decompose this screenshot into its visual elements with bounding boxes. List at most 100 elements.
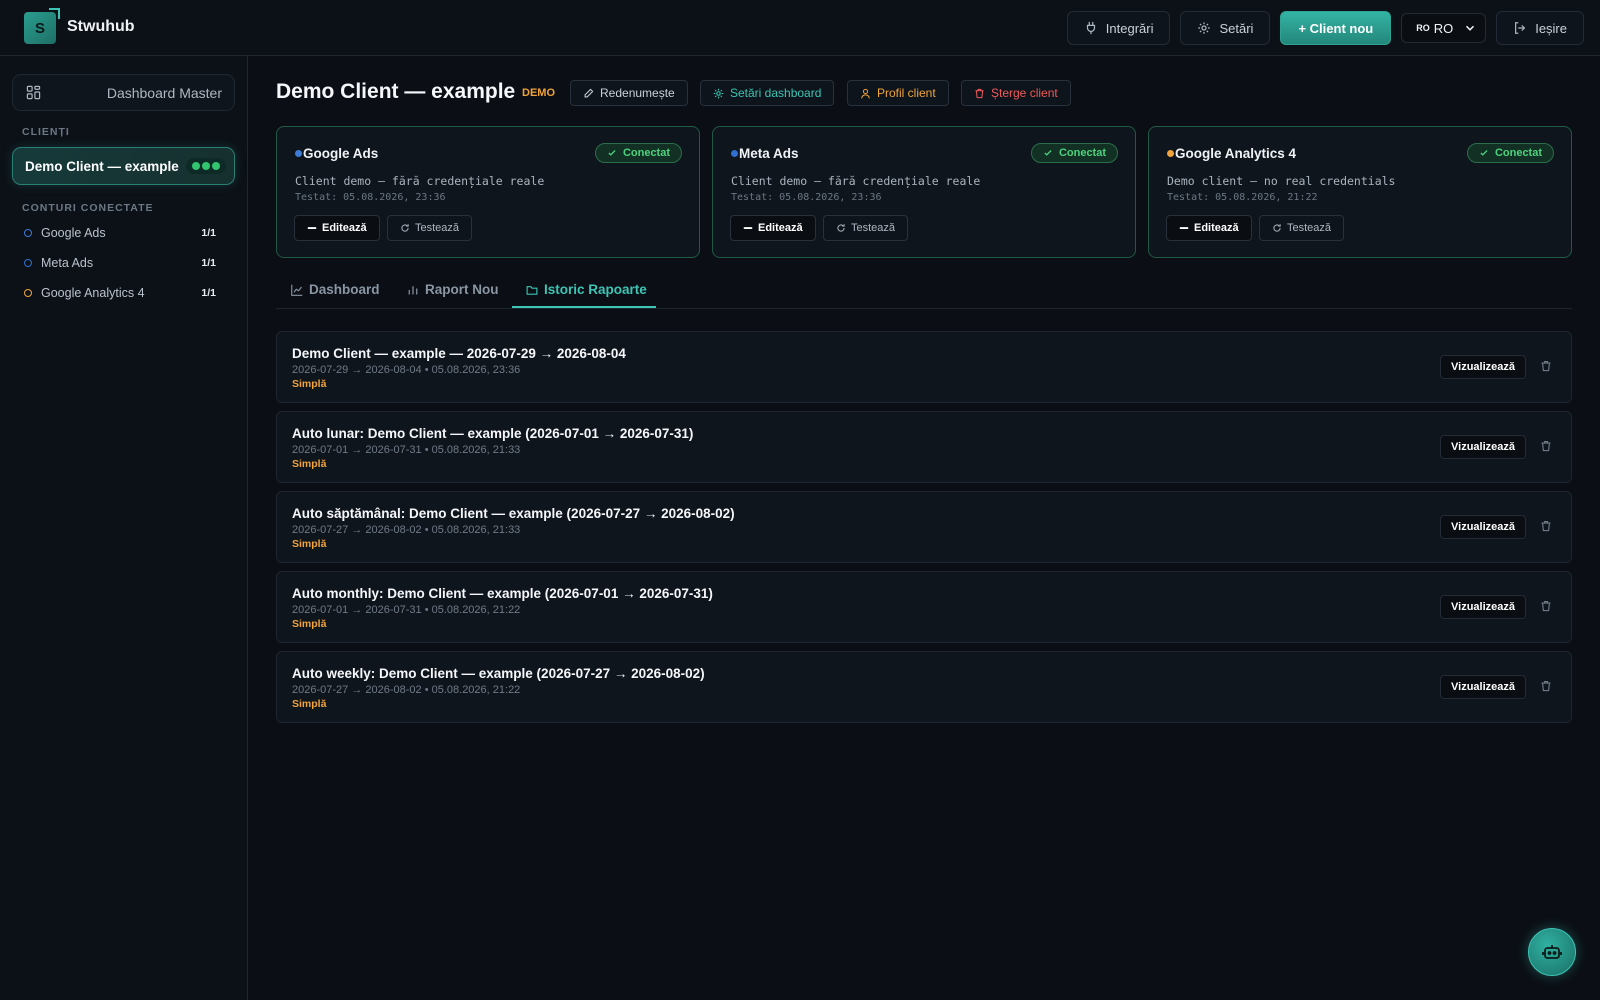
integration-card-google-ads: Google Ads Conectat Client demo – fără c… bbox=[276, 126, 700, 258]
demo-badge: DEMO bbox=[522, 87, 555, 99]
gear-icon bbox=[1198, 22, 1211, 34]
report-item[interactable]: Auto săptămânal: Demo Client — example (… bbox=[276, 491, 1572, 563]
account-count: 1/1 bbox=[201, 287, 216, 299]
client-profile-button[interactable]: Profil client bbox=[847, 80, 949, 106]
pencil-icon bbox=[307, 227, 317, 229]
trash-icon[interactable] bbox=[1540, 680, 1552, 692]
rename-label: Redenumește bbox=[600, 86, 675, 100]
refresh-icon bbox=[837, 224, 845, 232]
delete-client-button[interactable]: Șterge client bbox=[961, 80, 1071, 106]
account-google-ads[interactable]: Google Ads 1/1 bbox=[24, 226, 216, 240]
new-client-button[interactable]: + Client nou bbox=[1280, 11, 1392, 45]
chevron-down-icon bbox=[1466, 25, 1475, 31]
report-title: Demo Client — example — 2026-07-29 → 202… bbox=[292, 346, 626, 361]
client-profile-label: Profil client bbox=[877, 86, 936, 100]
tab-new-report[interactable]: Raport Nou bbox=[407, 282, 499, 297]
test-label: Testează bbox=[415, 222, 460, 234]
report-item[interactable]: Auto lunar: Demo Client — example (2026-… bbox=[276, 411, 1572, 483]
app-logo[interactable]: S bbox=[24, 8, 60, 44]
edit-label: Editează bbox=[322, 222, 367, 234]
rename-button[interactable]: Redenumește bbox=[570, 80, 688, 106]
logout-icon bbox=[1515, 22, 1526, 34]
card-title: Meta Ads bbox=[739, 146, 799, 161]
user-icon bbox=[861, 88, 870, 98]
account-count: 1/1 bbox=[201, 227, 216, 239]
account-meta-ads[interactable]: Meta Ads 1/1 bbox=[24, 256, 216, 270]
pencil-icon bbox=[743, 227, 753, 229]
view-report-button[interactable]: Vizualizează bbox=[1440, 675, 1526, 699]
dashboard-master-button[interactable]: Dashboard Master bbox=[12, 74, 235, 111]
tab-dashboard[interactable]: Dashboard bbox=[291, 282, 380, 297]
report-item[interactable]: Auto weekly: Demo Client — example (2026… bbox=[276, 651, 1572, 723]
dashboard-master-label: Dashboard Master bbox=[106, 84, 222, 101]
integrations-label: Integrări bbox=[1105, 20, 1154, 36]
report-item[interactable]: Auto monthly: Demo Client — example (202… bbox=[276, 571, 1572, 643]
test-label: Testează bbox=[1287, 222, 1332, 234]
tab-label: Istoric Rapoarte bbox=[544, 282, 647, 297]
card-title: Google Ads bbox=[303, 146, 379, 161]
integrations-button[interactable]: Integrări bbox=[1066, 11, 1171, 45]
connection-status-dots bbox=[186, 158, 226, 174]
account-count: 1/1 bbox=[201, 257, 216, 269]
trash-icon[interactable] bbox=[1540, 520, 1552, 532]
edit-button[interactable]: Editează bbox=[1166, 215, 1252, 241]
language-select[interactable]: RO RO bbox=[1401, 13, 1487, 43]
view-report-button[interactable]: Vizualizează bbox=[1440, 355, 1526, 379]
status-ring-icon bbox=[24, 259, 32, 267]
report-item[interactable]: Demo Client — example — 2026-07-29 → 202… bbox=[276, 331, 1572, 403]
client-name: Demo Client — example bbox=[25, 158, 179, 174]
status-ring-icon bbox=[24, 289, 32, 297]
test-button[interactable]: Testează bbox=[823, 215, 909, 241]
edit-button[interactable]: Editează bbox=[294, 215, 380, 241]
test-label: Testează bbox=[851, 222, 896, 234]
test-button[interactable]: Testează bbox=[1259, 215, 1345, 241]
language-value: RO bbox=[1433, 20, 1454, 36]
folder-icon bbox=[526, 285, 538, 295]
card-description: Client demo – fără credențiale reale bbox=[295, 174, 545, 188]
card-title: Google Analytics 4 bbox=[1175, 146, 1297, 161]
view-report-button[interactable]: Vizualizează bbox=[1440, 515, 1526, 539]
trash-icon[interactable] bbox=[1540, 360, 1552, 372]
pencil-icon bbox=[584, 88, 594, 97]
report-meta: 2026-07-27 → 2026-08-02 • 05.08.2026, 21… bbox=[292, 524, 521, 536]
trash-icon bbox=[975, 88, 984, 98]
edit-button[interactable]: Editează bbox=[730, 215, 816, 241]
report-type: Simplă bbox=[292, 378, 327, 390]
integration-card-meta-ads: Meta Ads Conectat Client demo – fără cre… bbox=[712, 126, 1136, 258]
top-actions: Integrări Setări + Client nou RO RO Ieși… bbox=[1066, 11, 1584, 45]
delete-client-label: Șterge client bbox=[991, 86, 1058, 100]
check-icon bbox=[1044, 150, 1052, 156]
line-chart-icon bbox=[291, 284, 303, 296]
assistant-bot-button[interactable] bbox=[1528, 928, 1576, 976]
bar-chart-icon bbox=[408, 285, 418, 294]
trash-icon[interactable] bbox=[1540, 600, 1552, 612]
logout-label: Ieșire bbox=[1535, 20, 1567, 36]
trash-icon[interactable] bbox=[1540, 440, 1552, 452]
status-dot-icon bbox=[1167, 150, 1174, 157]
account-google-analytics[interactable]: Google Analytics 4 1/1 bbox=[24, 286, 216, 300]
settings-button[interactable]: Setări bbox=[1180, 11, 1271, 45]
new-client-label: + Client nou bbox=[1298, 20, 1374, 36]
view-report-button[interactable]: Vizualizează bbox=[1440, 595, 1526, 619]
edit-label: Editează bbox=[1194, 222, 1239, 234]
account-name: Google Analytics 4 bbox=[41, 286, 145, 300]
accounts-heading: CONTURI CONECTATE bbox=[22, 202, 154, 214]
sidebar-client-item[interactable]: Demo Client — example bbox=[12, 147, 235, 185]
report-type: Simplă bbox=[292, 698, 327, 710]
sidebar: Dashboard Master CLIENȚI Demo Client — e… bbox=[0, 56, 248, 1000]
report-meta: 2026-07-27 → 2026-08-02 • 05.08.2026, 21… bbox=[292, 684, 521, 696]
settings-label: Setări bbox=[1219, 20, 1254, 36]
tab-report-history[interactable]: Istoric Rapoarte bbox=[526, 282, 647, 297]
sun-settings-icon bbox=[713, 88, 724, 98]
logout-button[interactable]: Ieșire bbox=[1496, 11, 1584, 45]
refresh-icon bbox=[401, 224, 409, 232]
report-title: Auto monthly: Demo Client — example (202… bbox=[292, 586, 713, 601]
test-button[interactable]: Testează bbox=[387, 215, 473, 241]
account-name: Google Ads bbox=[41, 226, 106, 240]
dashboard-settings-button[interactable]: Setări dashboard bbox=[700, 80, 835, 106]
edit-label: Editează bbox=[758, 222, 803, 234]
plug-icon bbox=[1086, 21, 1095, 35]
status-dot-icon bbox=[295, 150, 302, 157]
status-badge: Conectat bbox=[1466, 143, 1554, 163]
view-report-button[interactable]: Vizualizează bbox=[1440, 435, 1526, 459]
